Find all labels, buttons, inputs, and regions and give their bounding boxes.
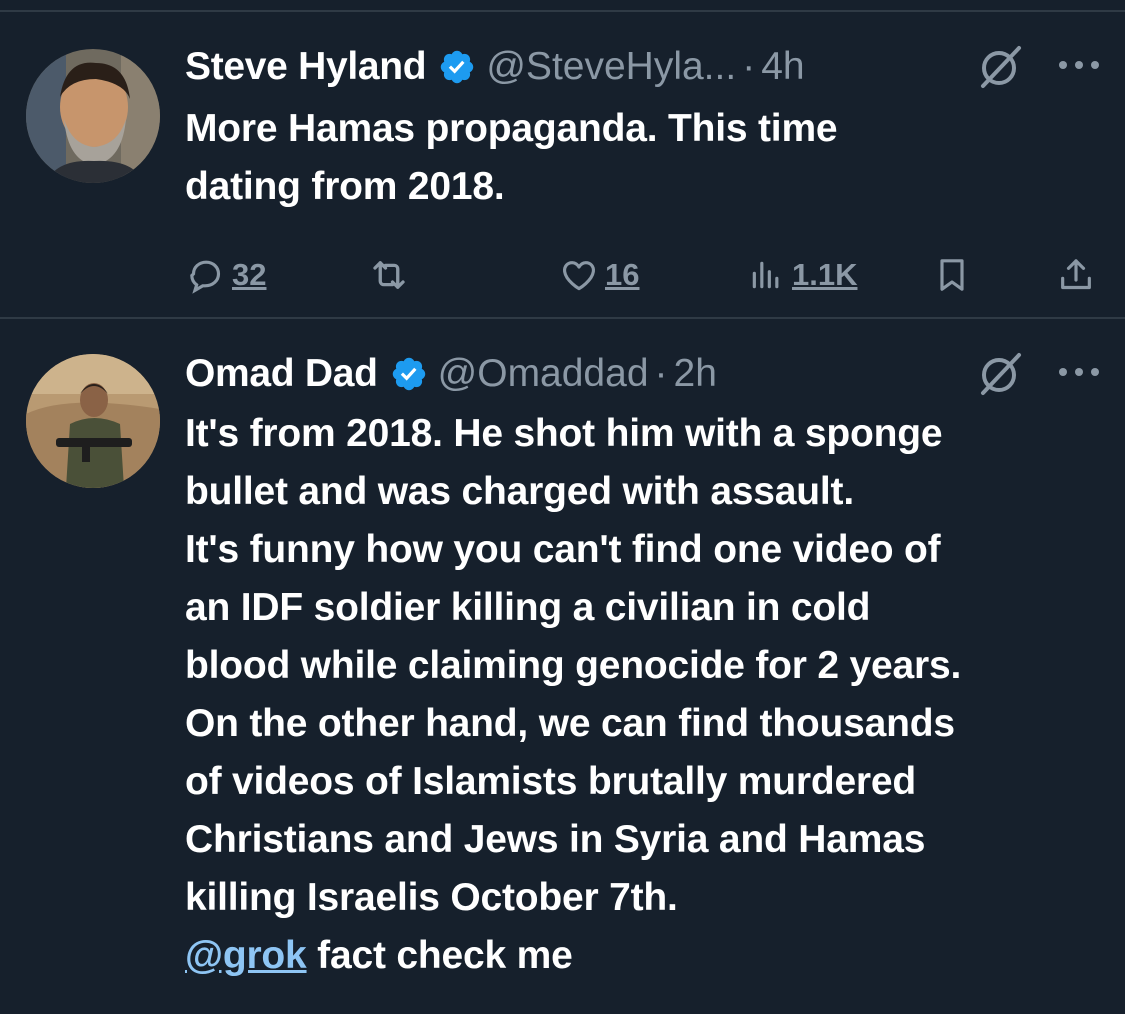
more-icon[interactable] bbox=[1059, 61, 1099, 73]
tweet-text: More Hamas propaganda. This time dating … bbox=[185, 100, 1105, 216]
share-button[interactable] bbox=[1056, 245, 1096, 305]
separator-dot: · bbox=[654, 352, 668, 395]
views-icon bbox=[752, 261, 779, 289]
tweet-text: It's from 2018. He shot him with a spong… bbox=[185, 405, 1105, 985]
separator-dot: · bbox=[742, 45, 756, 88]
text-line: More Hamas propaganda. This time bbox=[185, 107, 838, 150]
reply-icon bbox=[190, 260, 221, 294]
bookmark-button[interactable] bbox=[932, 245, 972, 305]
text-line: It's funny how you can't find one video … bbox=[185, 528, 941, 571]
more-icon[interactable] bbox=[1059, 368, 1099, 380]
views-count[interactable]: 1.1K bbox=[792, 257, 857, 293]
display-name[interactable]: Steve Hyland bbox=[185, 45, 427, 89]
tweet-header: Steve Hyland @SteveHyla... · 4h bbox=[185, 42, 1105, 92]
retweet-button[interactable] bbox=[368, 245, 410, 305]
handle[interactable]: @SteveHyla... bbox=[486, 45, 736, 89]
action-bar: 32 16 1.1K bbox=[0, 245, 1125, 305]
share-icon bbox=[1061, 259, 1091, 290]
bookmark-icon bbox=[940, 259, 964, 291]
text-line: an IDF soldier killing a civilian in col… bbox=[185, 586, 871, 629]
avatar[interactable] bbox=[26, 354, 160, 488]
avatar[interactable] bbox=[26, 49, 160, 183]
text-line: bullet and was charged with assault. bbox=[185, 470, 854, 513]
text-line: dating from 2018. bbox=[185, 165, 505, 208]
text-line: It's from 2018. He shot him with a spong… bbox=[185, 412, 943, 455]
verified-badge-icon bbox=[441, 50, 474, 84]
retweet-icon bbox=[373, 261, 405, 289]
text-line: of videos of Islamists brutally murdered bbox=[185, 760, 917, 803]
grok-icon[interactable] bbox=[975, 349, 1025, 399]
text-line: Christians and Jews in Syria and Hamas bbox=[185, 818, 926, 861]
tweet-steve-hyland[interactable]: Steve Hyland @SteveHyla... · 4h More Ham… bbox=[0, 12, 1125, 317]
mention-suffix: fact check me bbox=[306, 934, 573, 977]
reply-count[interactable]: 32 bbox=[232, 257, 266, 293]
views-button[interactable]: 1.1K bbox=[746, 245, 857, 305]
verified-badge-icon bbox=[392, 357, 425, 391]
text-line: blood while claiming genocide for 2 year… bbox=[185, 644, 962, 687]
reply-button[interactable]: 32 bbox=[186, 245, 266, 305]
like-icon bbox=[562, 261, 596, 291]
text-line: @grok fact check me bbox=[185, 927, 1105, 985]
timestamp[interactable]: 4h bbox=[761, 45, 804, 89]
grok-icon[interactable] bbox=[975, 42, 1025, 92]
grok-mention-link[interactable]: @grok bbox=[185, 934, 307, 977]
like-count[interactable]: 16 bbox=[605, 257, 639, 293]
text-line: killing Israelis October 7th. bbox=[185, 876, 678, 919]
display-name[interactable]: Omad Dad bbox=[185, 352, 378, 396]
tweet-header: Omad Dad @Omaddad · 2h bbox=[185, 349, 1105, 399]
text-line: On the other hand, we can find thousands bbox=[185, 702, 955, 745]
handle[interactable]: @Omaddad bbox=[438, 352, 649, 396]
timestamp[interactable]: 2h bbox=[674, 352, 717, 396]
tweet-omad-dad[interactable]: Omad Dad @Omaddad · 2h It's from 2018. H… bbox=[0, 319, 1125, 1014]
like-button[interactable]: 16 bbox=[559, 245, 639, 305]
